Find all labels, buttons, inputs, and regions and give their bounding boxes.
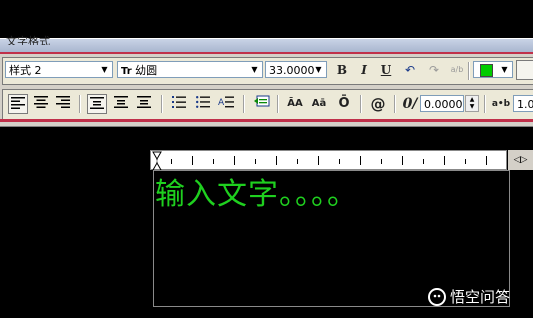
toolbar-title: 文字格式: [6, 35, 50, 45]
oblique-angle-input[interactable]: 0.0000: [420, 95, 464, 112]
ruler-tick: [276, 156, 277, 165]
lowercase-button[interactable]: Aā: [309, 94, 329, 114]
ruler-tick: [465, 159, 466, 164]
ruler-tick: [318, 156, 319, 165]
truetype-font-icon: Tr: [121, 66, 132, 77]
toolbar-row-format: 样式 2 ▼ Tr 幼圆 ▼ 33.0000 ▼ B I U ↶ ↷ a/b ▼: [2, 57, 533, 85]
ruler-tick: [339, 159, 340, 164]
font-select[interactable]: Tr 幼圆 ▼: [117, 61, 263, 78]
oblique-spinner[interactable]: ▲ ▼: [465, 95, 479, 112]
ruler-tick: [360, 156, 361, 165]
bullet-list-icon[interactable]: [193, 94, 213, 114]
uppercase-button[interactable]: ĀA: [285, 94, 305, 114]
oblique-angle-value: 0.0000: [424, 98, 463, 111]
toolbar-border: [0, 119, 533, 122]
separator: [484, 95, 486, 113]
valign-bottom-icon[interactable]: [134, 94, 154, 114]
bold-button[interactable]: B: [332, 60, 352, 80]
chevron-down-icon[interactable]: ▼: [498, 63, 511, 76]
tracking-input[interactable]: 1.00: [513, 95, 533, 112]
oblique-angle-icon: 0/: [402, 96, 418, 112]
separator: [360, 95, 362, 113]
style-select-value: 样式 2: [9, 64, 42, 77]
chevron-down-icon[interactable]: ▼: [248, 63, 261, 76]
chevron-down-icon[interactable]: ▼: [312, 63, 325, 76]
valign-top-icon[interactable]: [87, 94, 107, 114]
symbol-at-button[interactable]: @: [368, 94, 388, 114]
ruler-tick: [234, 156, 235, 165]
undo-icon[interactable]: ↶: [400, 60, 420, 80]
separator: [243, 95, 245, 113]
ruler-tick: [423, 159, 424, 164]
numbered-list-icon[interactable]: [169, 94, 189, 114]
underline-button[interactable]: U: [376, 60, 396, 80]
text-height-value: 33.0000: [269, 64, 315, 77]
lettered-list-icon[interactable]: A: [216, 94, 236, 114]
typed-text[interactable]: 输入文字。。。。: [155, 178, 358, 212]
align-center-icon[interactable]: [31, 94, 51, 114]
toolbar-row-paragraph: A ĀA Aā Ō @ 0/ 0.0000 ▲▼ a•b 1.00: [2, 89, 533, 120]
ruler-tick: [381, 159, 382, 164]
separator: [277, 95, 279, 113]
ruler-tick: [297, 159, 298, 164]
color-swatch: [480, 64, 493, 77]
watermark-text: 悟空问答: [450, 288, 511, 306]
text-ruler[interactable]: [150, 150, 507, 171]
text-height-select[interactable]: 33.0000 ▼: [265, 61, 327, 78]
ruler-tick: [171, 159, 172, 164]
ruler-tick: [444, 156, 445, 165]
align-left-icon[interactable]: [8, 94, 28, 114]
toolbar-titlebar[interactable]: 文字格式: [0, 35, 533, 54]
wukong-logo-icon: [428, 288, 446, 306]
watermark: 悟空问答: [428, 287, 533, 309]
color-select[interactable]: ▼: [473, 61, 513, 78]
stack-icon[interactable]: a/b: [447, 60, 467, 80]
ruler-tick: [213, 159, 214, 164]
overline-button[interactable]: Ō: [334, 94, 354, 114]
ruler-marks: [152, 151, 501, 171]
valign-middle-icon[interactable]: [111, 94, 131, 114]
insert-field-icon[interactable]: [252, 94, 272, 114]
separator: [161, 95, 163, 113]
font-select-value: 幼圆: [135, 64, 158, 77]
separator: [468, 62, 470, 80]
align-right-icon[interactable]: [53, 94, 73, 114]
chevron-down-icon[interactable]: ▼: [98, 63, 111, 76]
tracking-icon: a•b: [491, 99, 511, 109]
text-format-toolbar: 文字格式 样式 2 ▼ Tr 幼圆 ▼ 33.0000 ▼ B I U ↶ ↷ …: [0, 35, 533, 127]
ruler-toggle-button[interactable]: [516, 60, 533, 80]
separator: [394, 95, 396, 113]
italic-button[interactable]: I: [354, 60, 374, 80]
ruler-tick: [255, 159, 256, 164]
separator: [79, 95, 81, 113]
tracking-value: 1.00: [517, 98, 533, 111]
ruler-tick: [486, 156, 487, 165]
svg-text:A: A: [218, 98, 225, 108]
ruler-width-control[interactable]: ◁▷: [508, 150, 533, 170]
ruler-tick: [192, 156, 193, 165]
redo-icon[interactable]: ↷: [424, 60, 444, 80]
style-select[interactable]: 样式 2 ▼: [5, 61, 113, 78]
ruler-tick: [402, 156, 403, 165]
